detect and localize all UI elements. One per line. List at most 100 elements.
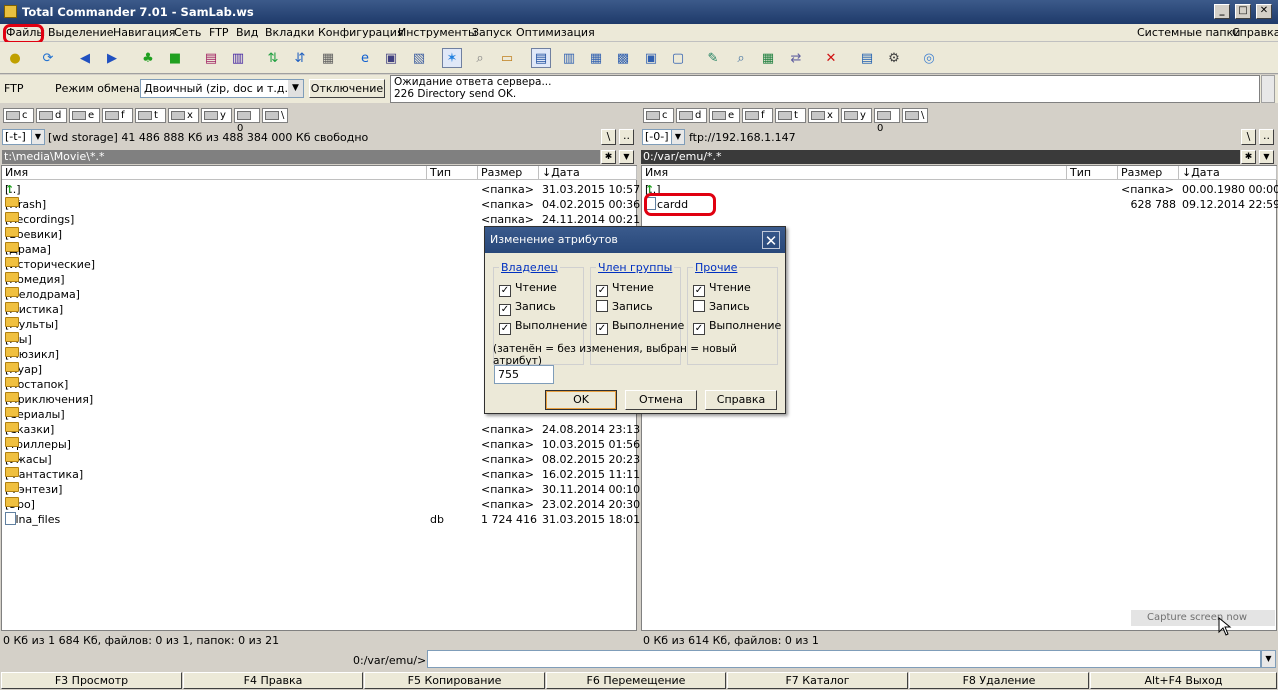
left-drive-y-button[interactable]: y xyxy=(201,108,232,123)
view-full-icon[interactable]: ▥ xyxy=(559,48,579,68)
view-quick-icon[interactable]: ▢ xyxy=(668,48,688,68)
f6-move-button[interactable]: F6 Перемещение xyxy=(546,672,726,689)
right-star-button[interactable]: ✱ xyxy=(1241,150,1256,164)
right-drive-root-button[interactable]: \ xyxy=(902,108,928,123)
delete-icon[interactable]: ✕ xyxy=(821,48,841,68)
left-drive-d-button[interactable]: d xyxy=(36,108,67,123)
column-header-size[interactable]: Размер xyxy=(1118,166,1179,180)
table-row[interactable]: .dlna_files db 1 724 416 31.03.2015 18:01 xyxy=(2,512,640,527)
clipboard-icon[interactable]: ▧ xyxy=(409,48,429,68)
lightbulb-icon[interactable]: ● xyxy=(5,48,25,68)
archive-icon[interactable]: ▤ xyxy=(201,48,221,68)
transfer-mode-select[interactable]: Двоичный (zip, doc и т.д.) ▼ xyxy=(140,79,304,98)
f3-view-button[interactable]: F3 Просмотр xyxy=(1,672,182,689)
column-header-date[interactable]: ↓Дата xyxy=(1179,166,1277,180)
left-drive-root-button[interactable]: \ xyxy=(262,108,288,123)
column-header-size[interactable]: Размер xyxy=(478,166,539,180)
table-row[interactable]: [Ужасы] <папка> 08.02.2015 20:23 xyxy=(2,452,640,467)
multi-rename-icon[interactable]: ▦ xyxy=(758,48,778,68)
back-icon[interactable]: ◀ xyxy=(75,48,95,68)
menu-system-folders[interactable]: Системные папки xyxy=(1137,26,1240,39)
menu-optimization[interactable]: Оптимизация xyxy=(516,26,595,39)
left-drive-t-button[interactable]: t xyxy=(135,108,166,123)
left-drive-0-button[interactable]: 0 xyxy=(234,108,260,134)
left-drive-f-button[interactable]: f xyxy=(102,108,133,123)
forward-icon[interactable]: ▶ xyxy=(102,48,122,68)
menu-tools[interactable]: Инструменты xyxy=(398,26,477,39)
left-up-button[interactable]: .. xyxy=(619,129,634,145)
mode-input[interactable]: 755 xyxy=(494,365,554,384)
chevron-down-icon[interactable]: ▼ xyxy=(31,129,45,145)
table-row[interactable]: ↑ [..] <папка> 31.03.2015 10:57 xyxy=(2,182,640,197)
menu-selection[interactable]: Выделение xyxy=(48,26,114,39)
compare-icon[interactable]: ▦ xyxy=(318,48,338,68)
archive-extract-icon[interactable]: ▥ xyxy=(228,48,248,68)
cancel-button[interactable]: Отмена xyxy=(625,390,697,410)
checkbox-1-1[interactable]: Запись xyxy=(596,300,653,314)
table-row[interactable]: [.Trash] <папка> 04.02.2015 00:36 xyxy=(2,197,640,212)
command-input[interactable] xyxy=(427,650,1261,668)
disconnect-button[interactable]: Отключение xyxy=(309,79,385,98)
alt-f4-exit-button[interactable]: Alt+F4 Выход xyxy=(1090,672,1277,689)
sort-icon[interactable]: ⇅ xyxy=(263,48,283,68)
left-star-button[interactable]: ✱ xyxy=(601,150,616,164)
checkbox-0-1[interactable]: ✓ Запись xyxy=(499,300,556,316)
left-drive-e-button[interactable]: e xyxy=(69,108,100,123)
left-drive-c-button[interactable]: c xyxy=(3,108,34,123)
find-files-icon[interactable]: ⌕ xyxy=(731,48,751,68)
column-header-type[interactable]: Тип xyxy=(1067,166,1118,180)
table-row[interactable]: [Сказки] <папка> 24.08.2014 23:13 xyxy=(2,422,640,437)
right-drive-select[interactable]: [-0-] xyxy=(642,129,672,145)
menu-help[interactable]: Справка xyxy=(1232,26,1278,39)
checkbox-checked-icon[interactable]: ✓ xyxy=(499,304,511,316)
menu-tabs[interactable]: Вкладки xyxy=(265,26,314,39)
left-root-button[interactable]: \ xyxy=(601,129,616,145)
properties-icon[interactable]: ▤ xyxy=(857,48,877,68)
table-row[interactable]: [Recordings] <папка> 24.11.2014 00:21 xyxy=(2,212,640,227)
checkbox-checked-icon[interactable]: ✓ xyxy=(693,323,705,335)
menu-network[interactable]: Сеть xyxy=(174,26,201,39)
unpack-icon[interactable]: ■ xyxy=(165,48,185,68)
refresh-icon[interactable]: ⟳ xyxy=(38,48,58,68)
checkbox-2-1[interactable]: Запись xyxy=(693,300,750,314)
table-row[interactable]: ↑ [..] <папка> 00.00.1980 00:00 xyxy=(642,182,1278,197)
right-drive-e-button[interactable]: e xyxy=(709,108,740,123)
checkbox-checked-icon[interactable]: ✓ xyxy=(693,285,705,297)
right-drive-f-button[interactable]: f xyxy=(742,108,773,123)
table-row[interactable]: wicardd 628 788 09.12.2014 22:59 xyxy=(642,197,1278,212)
settings-icon[interactable]: ⚙ xyxy=(884,48,904,68)
left-drive-x-button[interactable]: x xyxy=(168,108,199,123)
checkbox-0-0[interactable]: ✓ Чтение xyxy=(499,281,557,297)
right-root-button[interactable]: \ xyxy=(1241,129,1256,145)
column-header-type[interactable]: Тип xyxy=(427,166,478,180)
search-icon[interactable]: ⌕ xyxy=(470,48,490,68)
menu-view[interactable]: Вид xyxy=(236,26,258,39)
image-icon[interactable]: ▣ xyxy=(381,48,401,68)
f8-delete-button[interactable]: F8 Удаление xyxy=(909,672,1089,689)
notes-icon[interactable]: ▭ xyxy=(497,48,517,68)
log-scrollbar[interactable] xyxy=(1261,75,1275,103)
checkbox-unchecked-icon[interactable] xyxy=(596,300,608,312)
browser-icon[interactable]: e xyxy=(355,48,375,68)
f5-copy-button[interactable]: F5 Копирование xyxy=(364,672,545,689)
menu-launch[interactable]: Запуск xyxy=(472,26,512,39)
checkbox-2-0[interactable]: ✓ Чтение xyxy=(693,281,751,297)
menu-ftp[interactable]: FTP xyxy=(209,26,229,39)
pack-icon[interactable]: ♣ xyxy=(138,48,158,68)
right-drive-x-button[interactable]: x xyxy=(808,108,839,123)
right-drive-d-button[interactable]: d xyxy=(676,108,707,123)
f7-mkdir-button[interactable]: F7 Каталог xyxy=(727,672,908,689)
view-thumbnails-icon[interactable]: ▩ xyxy=(613,48,633,68)
right-up-button[interactable]: .. xyxy=(1259,129,1274,145)
table-row[interactable]: [Триллеры] <папка> 10.03.2015 01:56 xyxy=(2,437,640,452)
menu-navigation[interactable]: Навигация xyxy=(113,26,175,39)
checkbox-checked-icon[interactable]: ✓ xyxy=(596,285,608,297)
right-drive-t-button[interactable]: t xyxy=(775,108,806,123)
left-history-button[interactable]: ▼ xyxy=(619,150,634,164)
view-tree-icon[interactable]: ▦ xyxy=(586,48,606,68)
f4-edit-button[interactable]: F4 Правка xyxy=(183,672,363,689)
column-header-name[interactable]: Имя xyxy=(2,166,427,180)
sync-icon[interactable]: ⇄ xyxy=(786,48,806,68)
chevron-down-icon[interactable]: ▼ xyxy=(1261,650,1276,668)
tools-icon[interactable]: ✎ xyxy=(703,48,723,68)
